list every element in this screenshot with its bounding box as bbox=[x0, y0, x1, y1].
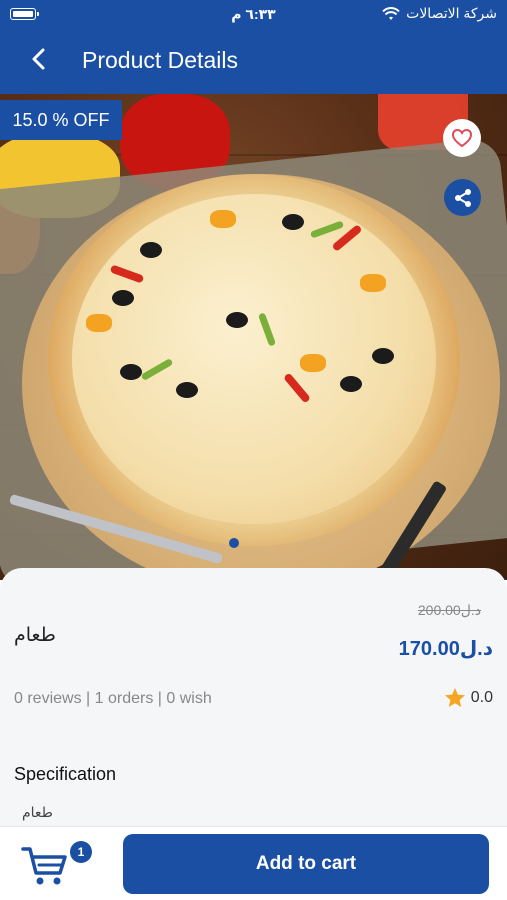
status-bar: ٦:٣٣ م شركة الاتصالات bbox=[0, 0, 507, 28]
carrier-name: شركة الاتصالات bbox=[406, 5, 497, 21]
cart-icon[interactable] bbox=[20, 843, 70, 887]
image-pager-dot[interactable] bbox=[229, 538, 239, 548]
share-icon bbox=[454, 188, 471, 207]
product-stats: 0 reviews | 1 orders | 0 wish bbox=[14, 690, 212, 707]
old-price: 200.00د.ل bbox=[417, 602, 481, 618]
top-bar: ٦:٣٣ م شركة الاتصالات Product Details bbox=[0, 0, 507, 94]
specification-text: طعام bbox=[22, 804, 53, 820]
page-title: Product Details bbox=[82, 47, 238, 73]
discount-badge: 15.0 % OFF bbox=[0, 100, 122, 140]
star-icon bbox=[444, 688, 465, 707]
product-image bbox=[0, 94, 507, 580]
specification-title: Specification bbox=[14, 764, 117, 784]
back-arrow-icon[interactable] bbox=[26, 46, 52, 72]
share-button[interactable] bbox=[444, 179, 481, 216]
rating-value: 0.0 bbox=[470, 689, 493, 706]
carrier-info: شركة الاتصالات bbox=[382, 5, 497, 22]
app-header: Product Details bbox=[0, 30, 507, 90]
wifi-icon bbox=[382, 6, 400, 20]
bottom-bar: 1 Add to cart bbox=[0, 826, 507, 900]
rating: 0.0 bbox=[443, 686, 493, 710]
favorite-button[interactable] bbox=[443, 119, 481, 157]
product-name: طعام bbox=[14, 625, 56, 646]
cart-count-badge: 1 bbox=[70, 841, 92, 863]
current-price: 170.00د.ل bbox=[398, 638, 493, 660]
add-to-cart-button[interactable]: Add to cart bbox=[123, 834, 489, 894]
heart-icon bbox=[451, 128, 473, 148]
